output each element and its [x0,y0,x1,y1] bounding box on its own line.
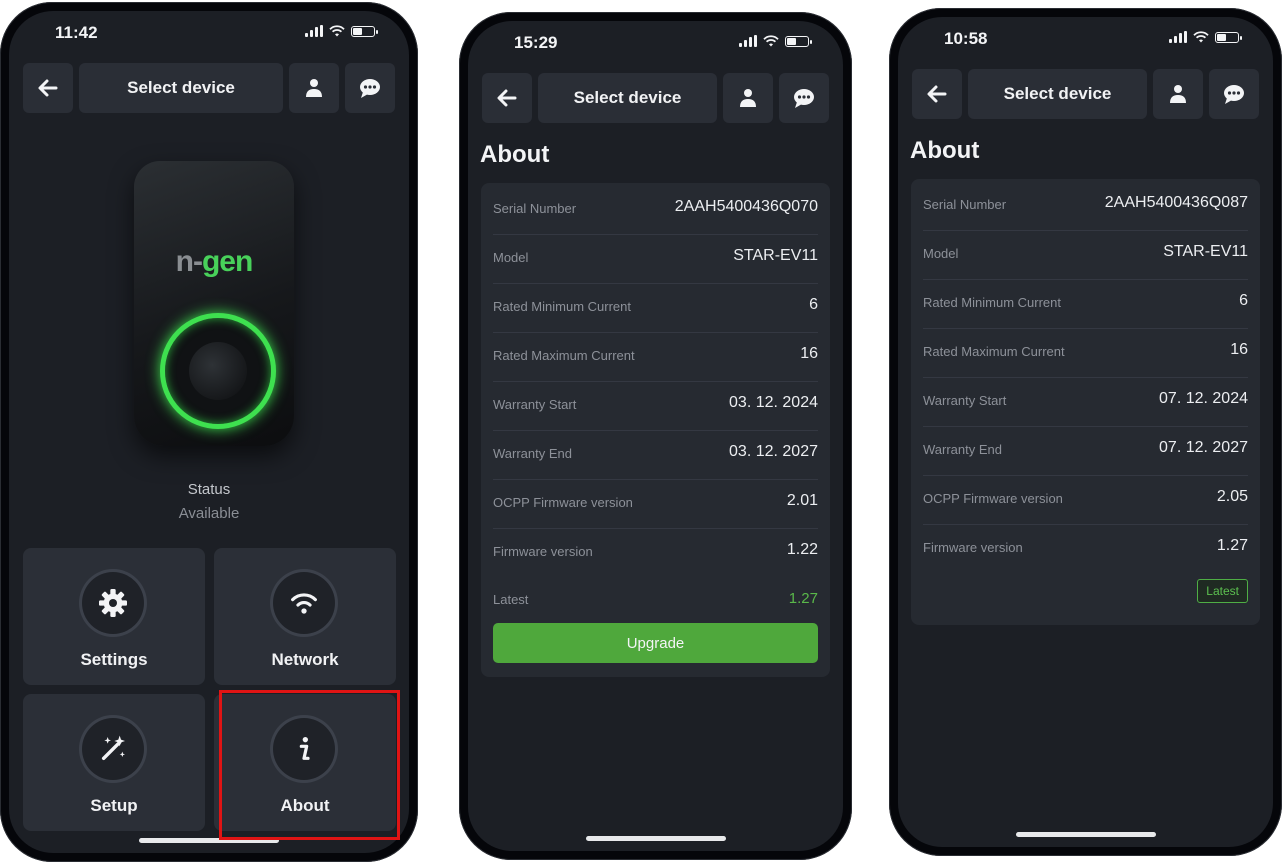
account-button[interactable] [289,63,339,113]
settings-label: Settings [80,650,148,669]
clock: 11:42 [55,23,98,42]
info-row-ocpp-firmware: OCPP Firmware version 2.05 [923,475,1248,525]
select-device-button[interactable]: Select device [538,73,717,123]
latest-version: 1.27 [788,590,818,607]
clock: 10:58 [944,29,988,48]
info-row-model: Model STAR-EV11 [923,230,1248,280]
arrow-left-icon [927,85,947,103]
brand-logo: n-gen [175,245,254,278]
top-nav: Select device [482,73,829,123]
info-row-serial: Serial Number 2AAH5400436Q087 [923,181,1248,231]
settings-tile[interactable]: Settings [23,548,205,685]
user-icon [1170,85,1186,103]
info-row-serial: Serial Number 2AAH5400436Q070 [493,185,818,235]
info-row-warranty-start: Warranty Start 07. 12. 2024 [923,377,1248,427]
page-title: About [910,137,980,164]
info-row-model: Model STAR-EV11 [493,234,818,284]
select-device-button[interactable]: Select device [79,63,283,113]
gear-icon [99,589,127,617]
phone-about-upgrade: 15:29 Select device About Serial Number 2… [459,12,852,860]
status-bar: 15:29 [468,21,843,65]
home-indicator[interactable] [1015,832,1156,837]
info-row-warranty-end: Warranty End 07. 12. 2027 [923,426,1248,476]
latest-label: Latest [493,592,529,607]
status-icons [1169,31,1242,43]
page-title: About [480,141,550,168]
back-button[interactable] [23,63,73,113]
upgrade-button[interactable]: Upgrade [493,623,818,663]
wifi-icon [291,593,317,614]
info-row-firmware: Firmware version 1.27 [923,537,1248,555]
account-button[interactable] [1153,69,1203,119]
back-button[interactable] [912,69,962,119]
status-bar: 10:58 [898,17,1273,61]
chat-bubble-icon [1224,85,1244,104]
info-row-firmware: Firmware version 1.22 [493,541,818,559]
user-icon [306,79,322,97]
chat-bubble-icon [794,89,814,108]
wifi-icon [329,25,345,37]
clock: 15:29 [514,33,558,52]
signal-icon [1169,31,1187,43]
info-row-max-current: Rated Maximum Current 16 [493,332,818,382]
top-nav: Select device [23,63,395,113]
top-nav: Select device [912,69,1259,119]
magic-wand-icon [101,735,125,761]
arrow-left-icon [497,89,517,107]
info-row-min-current: Rated Minimum Current 6 [923,279,1248,329]
chat-bubble-icon [360,79,380,98]
setup-label: Setup [90,796,138,815]
phone-about-latest: 10:58 Select device About Serial Number 2… [889,8,1282,856]
info-row-max-current: Rated Maximum Current 16 [923,328,1248,378]
network-label: Network [271,650,339,669]
status-value: Available [178,505,240,522]
chat-button[interactable] [779,73,829,123]
back-button[interactable] [482,73,532,123]
screen: 15:29 Select device About Serial Number 2… [468,21,843,851]
screen: 10:58 Select device About Serial Number 2… [898,17,1273,847]
signal-icon [305,25,323,37]
about-highlight-box [219,690,400,840]
info-row-ocpp-firmware: OCPP Firmware version 2.01 [493,479,818,529]
battery-icon [1215,31,1242,43]
wifi-icon [763,35,779,47]
charger-socket [189,342,247,400]
wifi-icon [1193,31,1209,43]
network-tile[interactable]: Network [214,548,396,685]
home-indicator[interactable] [585,836,726,841]
device-info-card: Serial Number 2AAH5400436Q070 Model STAR-E… [481,183,830,677]
chat-button[interactable] [1209,69,1259,119]
device-info-card: Serial Number 2AAH5400436Q087 Model STAR-E… [911,179,1260,625]
chat-button[interactable] [345,63,395,113]
latest-badge: Latest [1197,579,1248,603]
status-icons [305,25,378,37]
charger-image: n-gen [134,161,294,446]
status-icons [739,35,812,47]
charger-status-ring [160,313,276,429]
info-row-min-current: Rated Minimum Current 6 [493,283,818,333]
battery-icon [785,35,812,47]
battery-icon [351,25,378,37]
select-device-button[interactable]: Select device [968,69,1147,119]
arrow-left-icon [38,79,58,97]
account-button[interactable] [723,73,773,123]
status-label: Status [187,481,231,498]
user-icon [740,89,756,107]
signal-icon [739,35,757,47]
status-bar: 11:42 [9,11,409,55]
info-row-warranty-start: Warranty Start 03. 12. 2024 [493,381,818,431]
setup-tile[interactable]: Setup [23,694,205,831]
info-row-warranty-end: Warranty End 03. 12. 2027 [493,430,818,480]
